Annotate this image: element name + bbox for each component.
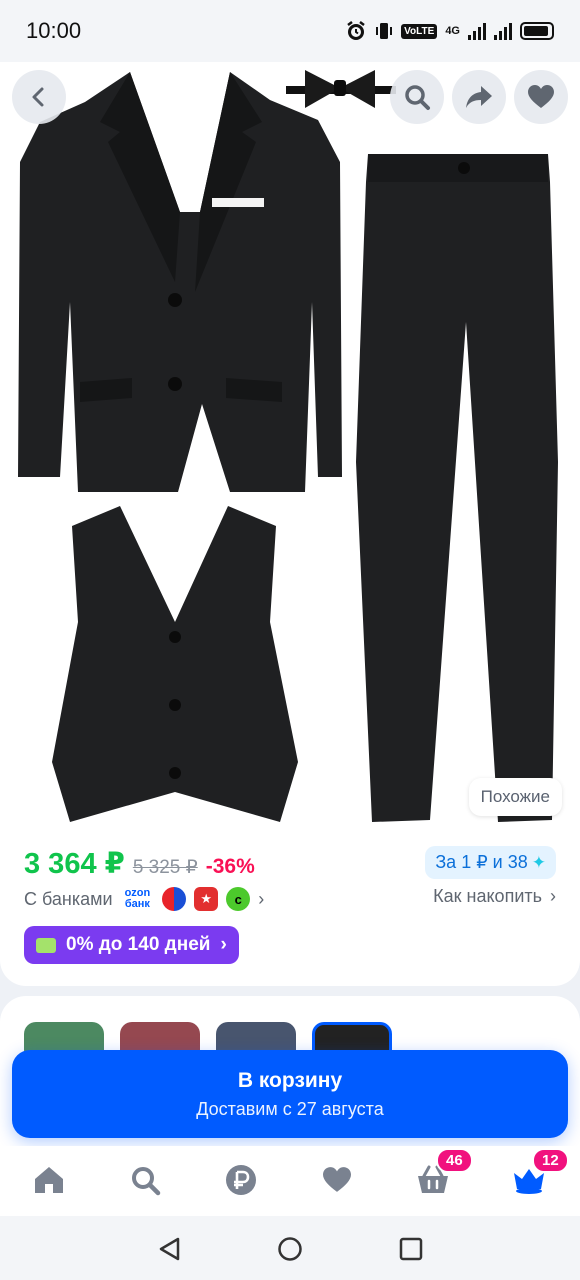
- back-button[interactable]: [12, 70, 66, 124]
- search-icon: [405, 85, 430, 110]
- volte-badge: VoLTE: [401, 23, 438, 39]
- vest-image: [52, 506, 298, 822]
- nav-finance[interactable]: [216, 1158, 266, 1202]
- nav-favorites[interactable]: [312, 1158, 362, 1202]
- chevron-right-icon: ›: [258, 888, 265, 909]
- signal-icon: [468, 22, 486, 40]
- nav-profile[interactable]: 12: [504, 1148, 569, 1202]
- ozon-bank-logo: ozon банк: [124, 887, 151, 910]
- current-price: 3 364 ₽: [24, 848, 125, 880]
- search-button[interactable]: [390, 70, 444, 124]
- price-row: 3 364 ₽ 5 325 ₽ -36%: [24, 846, 255, 881]
- points-text: За 1 ₽ и 38: [435, 852, 528, 872]
- system-navigation-bar: [0, 1216, 580, 1280]
- share-icon: [466, 86, 492, 108]
- status-time: 10:00: [26, 18, 82, 43]
- chevron-left-icon: [32, 87, 44, 107]
- alarm-icon: [347, 21, 365, 40]
- cart-title: В корзину: [237, 1068, 343, 1092]
- vibrate-icon: [376, 23, 393, 39]
- status-bar: 10:00 VoLTE 4G: [0, 0, 580, 62]
- accumulate-label: Как накопить: [433, 886, 542, 906]
- nav-search[interactable]: [120, 1158, 170, 1202]
- cart-delivery: Доставим с 27 августа: [196, 1098, 384, 1119]
- ruble-icon: [226, 1165, 256, 1195]
- bank-offer-row[interactable]: С банками ozon банк ★ с ›: [24, 884, 264, 914]
- nav-home[interactable]: [24, 1158, 74, 1202]
- installment-label: 0% до 140 дней: [66, 934, 211, 955]
- profile-badge: 12: [532, 1148, 569, 1173]
- chevron-right-icon-3: ›: [220, 934, 227, 955]
- network-type: 4G: [445, 25, 460, 37]
- points-chip[interactable]: За 1 ₽ и 38 ✦: [425, 846, 556, 879]
- jacket-image: [18, 72, 342, 492]
- bank-label: С банками: [24, 888, 113, 909]
- product-card: Похожие 3 364 ₽ 5 325 ₽ -36% За 1 ₽ и 38…: [0, 62, 580, 986]
- add-to-cart-button[interactable]: В корзину Доставим с 27 августа: [12, 1050, 568, 1138]
- bank-icon-2: ★: [194, 887, 219, 911]
- product-image: [18, 70, 558, 822]
- bow-tie-image: [286, 70, 396, 108]
- battery-icon: [520, 22, 554, 40]
- how-to-accumulate-link[interactable]: Как накопить ›: [433, 886, 556, 907]
- sparkle-icon: ✦: [531, 852, 546, 872]
- heart-icon: [323, 1167, 351, 1192]
- screen: 10:00 VoLTE 4G Похожие 3 364 ₽ 5 325 ₽ -…: [0, 0, 580, 1280]
- card-icon: [36, 937, 56, 953]
- old-price: 5 325 ₽: [132, 857, 198, 878]
- product-gallery[interactable]: Похожие: [0, 62, 580, 832]
- home-icon: [35, 1167, 63, 1193]
- favorite-button[interactable]: [514, 70, 568, 124]
- heart-icon: [528, 85, 554, 108]
- discount-badge: -36%: [205, 855, 255, 878]
- trousers-image: [356, 154, 558, 822]
- back-triangle-icon[interactable]: [156, 1236, 182, 1262]
- installment-badge[interactable]: 0% до 140 дней ›: [24, 926, 239, 964]
- basket-badge: 46: [436, 1148, 473, 1173]
- status-icons: VoLTE 4G: [345, 20, 554, 42]
- search-icon: [132, 1167, 161, 1196]
- share-button[interactable]: [452, 70, 506, 124]
- bottom-navigation: 46 12: [0, 1146, 580, 1216]
- nav-basket[interactable]: 46: [408, 1148, 473, 1202]
- bank-icon-1: [162, 887, 187, 911]
- signal-icon-2: [494, 22, 512, 40]
- chevron-right-icon-2: ›: [550, 886, 556, 906]
- recents-square-icon[interactable]: [398, 1236, 424, 1262]
- bank-icon-3: с: [226, 887, 251, 911]
- home-circle-icon[interactable]: [277, 1236, 303, 1262]
- similar-button[interactable]: Похожие: [468, 778, 562, 816]
